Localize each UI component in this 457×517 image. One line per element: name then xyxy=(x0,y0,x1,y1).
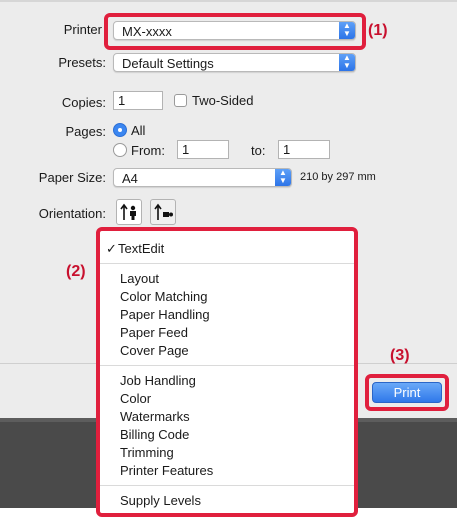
menu-item-billing-code[interactable]: Billing Code xyxy=(120,427,189,442)
menu-item-job-handling[interactable]: Job Handling xyxy=(120,373,196,388)
two-sided-label: Two-Sided xyxy=(192,93,254,108)
menu-item-printer-features[interactable]: Printer Features xyxy=(120,463,213,478)
pages-from-radio[interactable] xyxy=(113,143,127,157)
menu-item-trimming[interactable]: Trimming xyxy=(120,445,174,460)
menu-item-paper-handling[interactable]: Paper Handling xyxy=(120,307,210,322)
pages-from-label: From: xyxy=(131,143,165,158)
pages-label: Pages: xyxy=(65,124,106,139)
print-button[interactable]: Print xyxy=(372,382,442,403)
chevron-updown-icon: ▲ ▼ xyxy=(339,54,355,71)
menu-item-watermarks[interactable]: Watermarks xyxy=(120,409,190,424)
pages-to-label: to: xyxy=(251,143,266,158)
menu-separator xyxy=(100,485,354,486)
menu-item-supply-levels[interactable]: Supply Levels xyxy=(120,493,201,508)
paper-size-value: A4 xyxy=(122,171,138,186)
callout-label-1: (1) xyxy=(368,22,388,39)
menu-item-color-matching[interactable]: Color Matching xyxy=(120,289,207,304)
copies-label: Copies: xyxy=(61,95,106,110)
menu-item-cover-page[interactable]: Cover Page xyxy=(120,343,189,358)
callout-box-1 xyxy=(104,13,366,50)
callout-label-3: (3) xyxy=(390,347,410,364)
landscape-icon xyxy=(154,203,173,220)
paper-size-popup[interactable]: A4 ▲ ▼ xyxy=(113,168,292,187)
callout-label-2: (2) xyxy=(66,263,86,280)
menu-check-icon: ✓ xyxy=(106,241,117,256)
portrait-orientation-button[interactable] xyxy=(116,199,142,225)
menu-item-color[interactable]: Color xyxy=(120,391,151,406)
presets-popup[interactable]: Default Settings ▲ ▼ xyxy=(113,53,356,72)
pages-from-field[interactable]: 1 xyxy=(177,140,229,159)
paper-size-label: Paper Size: xyxy=(38,170,106,185)
dialog-top-border xyxy=(0,0,457,2)
portrait-icon xyxy=(120,203,136,220)
paper-dimensions: 210 by 297 mm xyxy=(300,171,376,183)
landscape-orientation-button[interactable] xyxy=(150,199,176,225)
pages-all-radio[interactable] xyxy=(113,123,127,137)
orientation-label: Orientation: xyxy=(38,206,106,221)
pane-selector-menu: ✓ TextEdit Layout Color Matching Paper H… xyxy=(96,227,358,517)
menu-separator xyxy=(100,365,354,366)
printer-label: Printer xyxy=(63,22,102,37)
menu-item-layout[interactable]: Layout xyxy=(120,271,159,286)
pages-all-label: All xyxy=(131,123,146,138)
presets-label: Presets: xyxy=(58,55,106,70)
two-sided-checkbox[interactable] xyxy=(174,94,187,107)
presets-value: Default Settings xyxy=(122,56,214,71)
menu-item-paper-feed[interactable]: Paper Feed xyxy=(120,325,188,340)
menu-item-textedit[interactable]: TextEdit xyxy=(118,241,164,256)
chevron-updown-icon: ▲ ▼ xyxy=(275,169,291,186)
menu-separator xyxy=(100,263,354,264)
print-dialog: Printer MX-xxxx ▲ ▼ (1) Presets: Default … xyxy=(0,0,457,517)
pages-to-field[interactable]: 1 xyxy=(278,140,330,159)
copies-field[interactable]: 1 xyxy=(113,91,163,110)
